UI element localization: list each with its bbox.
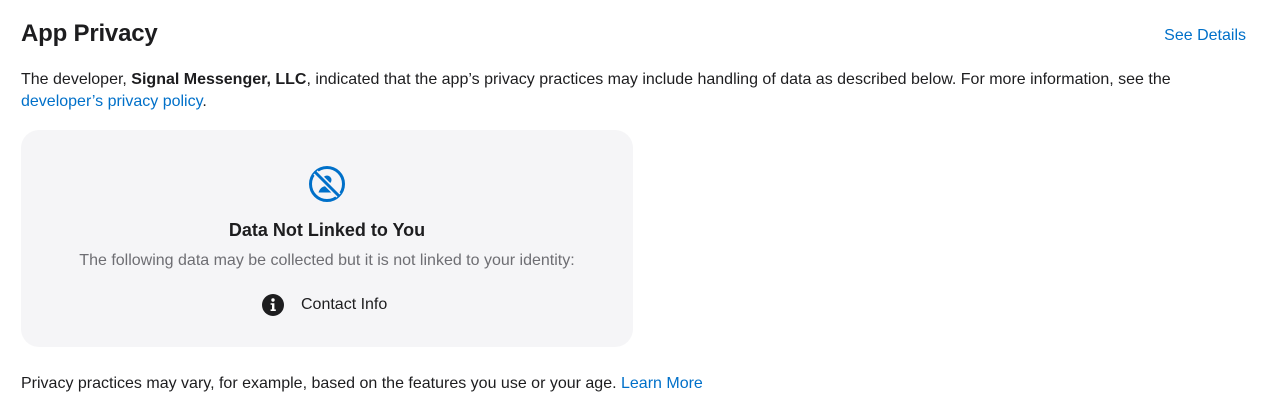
footer-text: Privacy practices may vary, for example,…	[21, 375, 621, 392]
person-crossed-out-icon	[309, 166, 345, 202]
data-type-item: Contact Info	[262, 293, 387, 317]
description-middle: , indicated that the app’s privacy pract…	[306, 71, 1171, 88]
privacy-footer: Privacy practices may vary, for example,…	[21, 373, 703, 395]
data-not-linked-card: Data Not Linked to You The following dat…	[21, 130, 633, 347]
info-icon	[262, 294, 284, 316]
section-title: App Privacy	[21, 20, 158, 47]
description-suffix: .	[202, 93, 207, 110]
card-subtitle: The following data may be collected but …	[79, 252, 575, 269]
data-type-label: Contact Info	[301, 296, 388, 313]
learn-more-link[interactable]: Learn More	[621, 375, 703, 392]
description-prefix: The developer,	[21, 71, 132, 88]
privacy-description: The developer, Signal Messenger, LLC, in…	[21, 69, 1251, 113]
privacy-policy-link[interactable]: developer’s privacy policy	[21, 93, 202, 110]
developer-name: Signal Messenger, LLC	[131, 71, 307, 88]
card-heading: Data Not Linked to You	[228, 220, 426, 240]
see-details-link[interactable]: See Details	[1164, 26, 1246, 46]
app-privacy-header: App Privacy See Details	[21, 18, 1246, 50]
